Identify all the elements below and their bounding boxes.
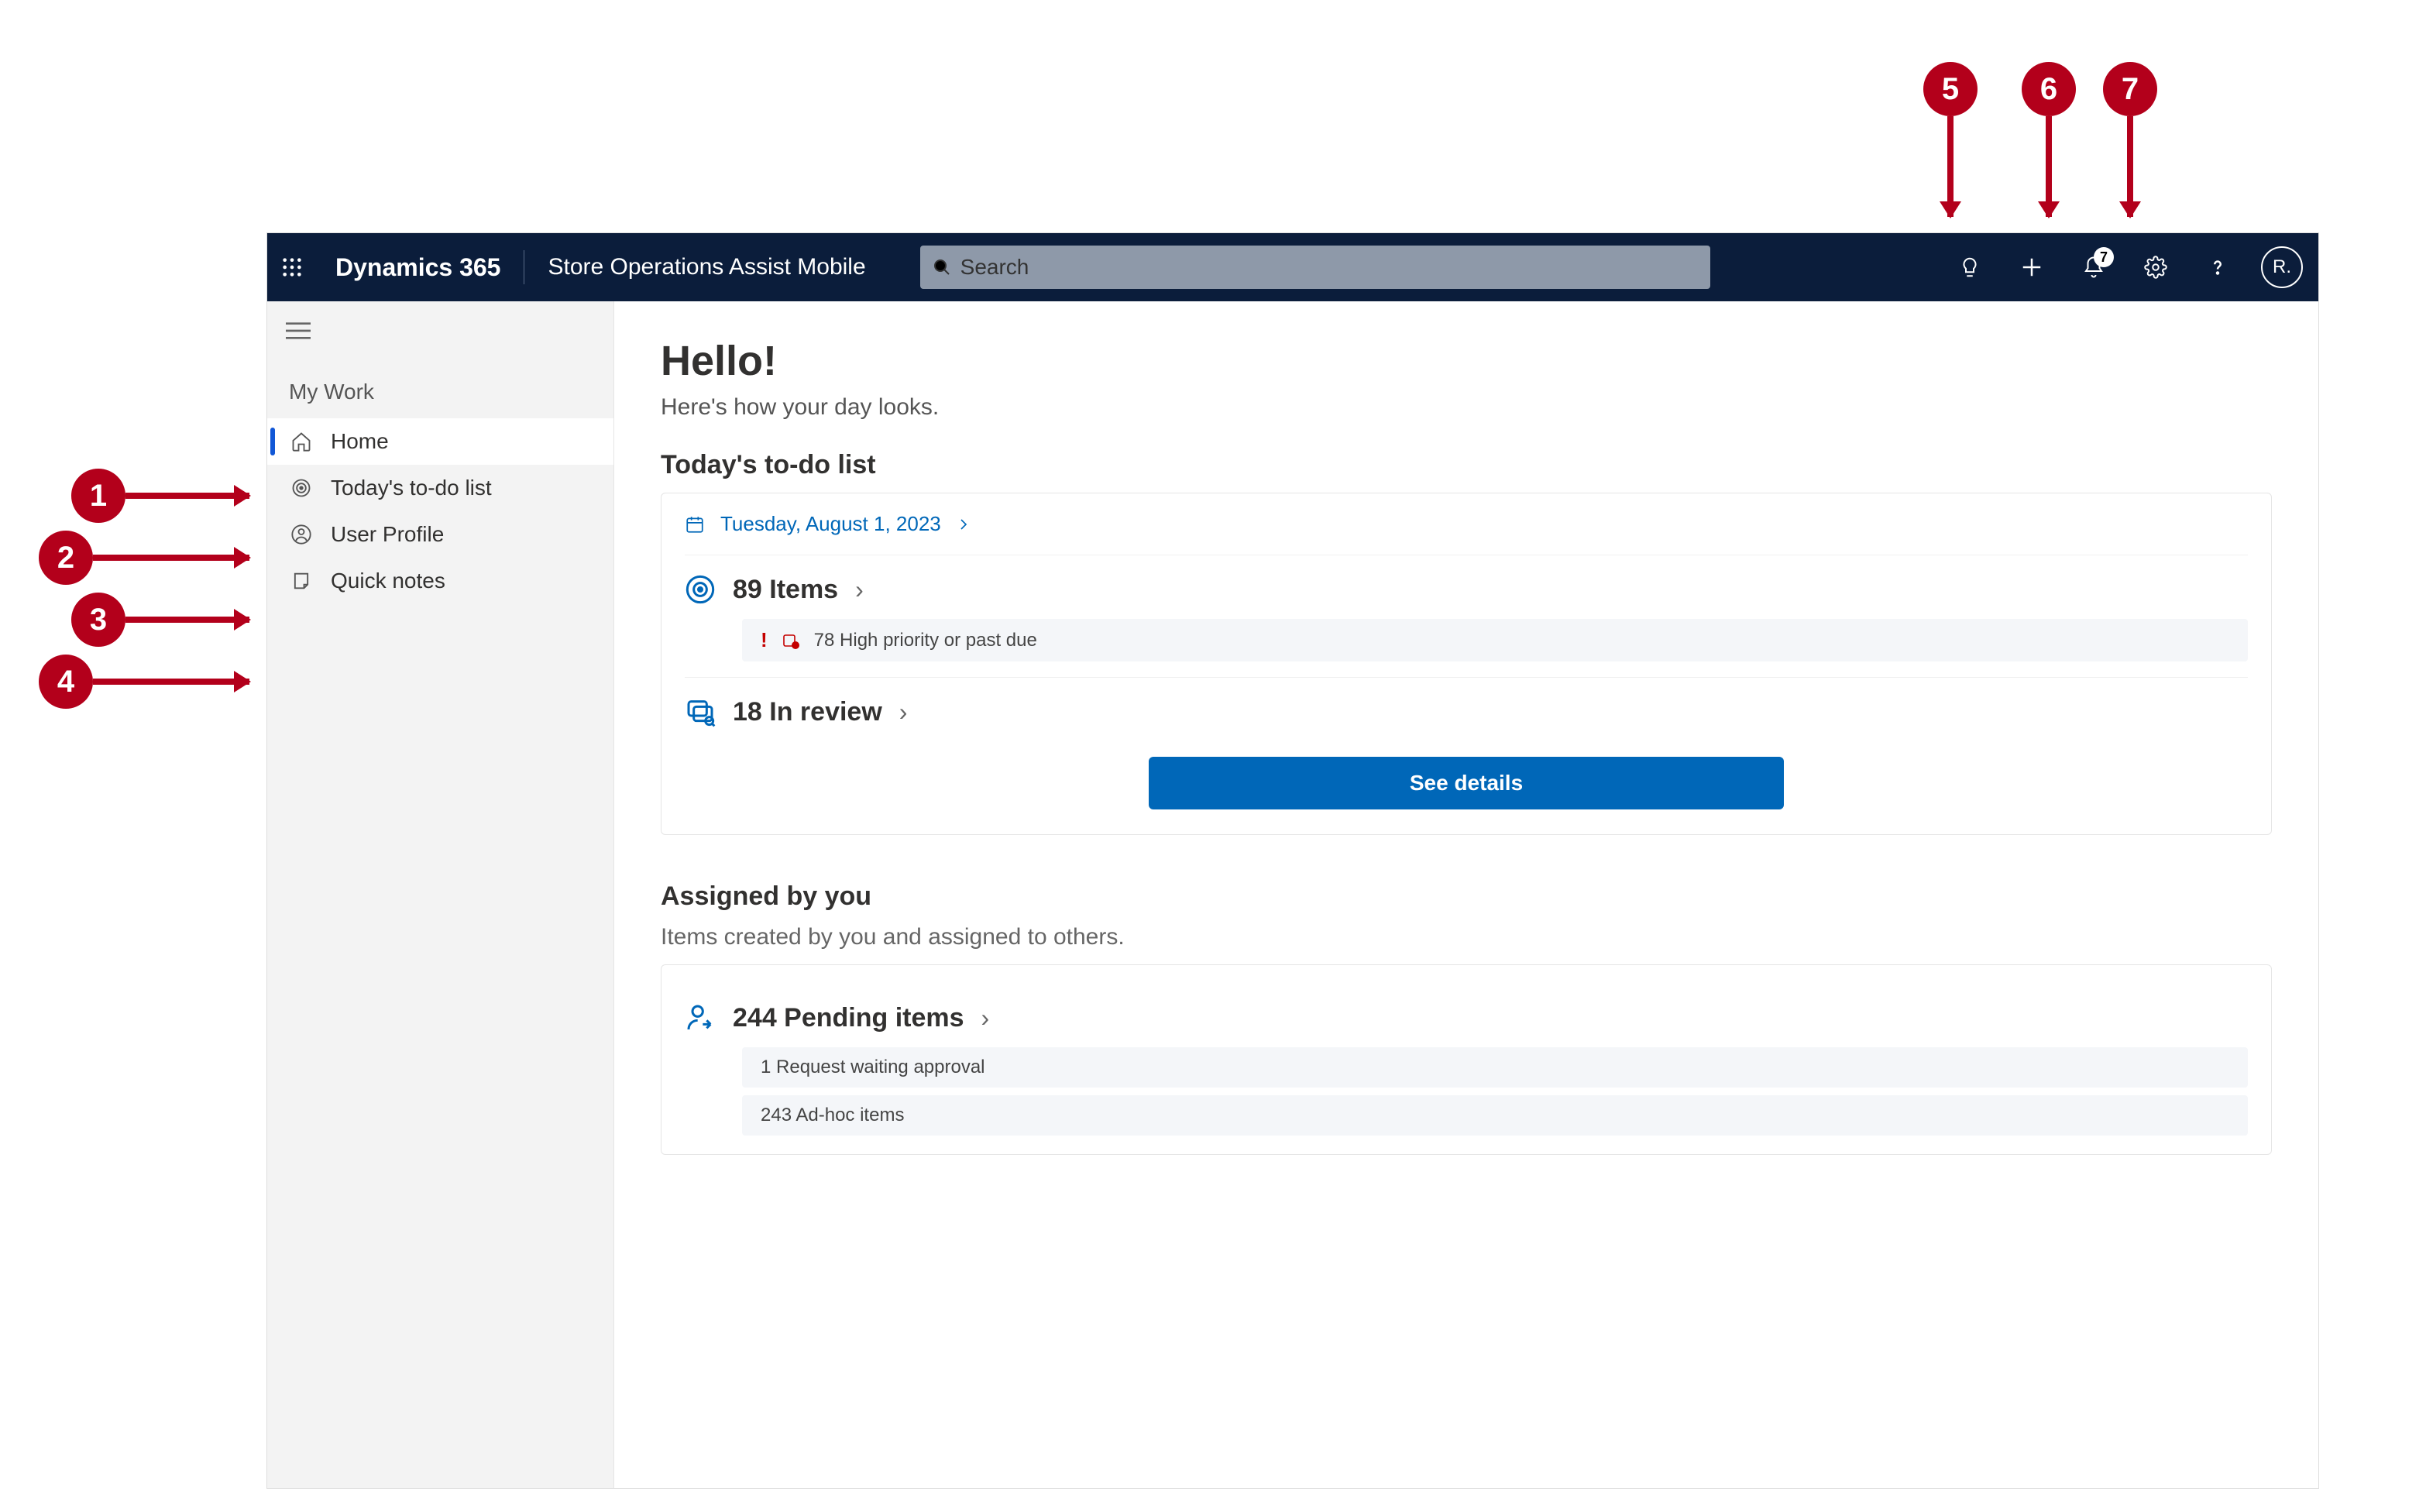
alert-icon: !	[761, 628, 768, 652]
user-avatar[interactable]: R.	[2261, 246, 2303, 288]
sidebar: My Work Home Today's to-do list User Pro…	[267, 301, 614, 1488]
page-greeting: Hello!	[661, 337, 2272, 385]
search-placeholder: Search	[960, 255, 1029, 280]
assigned-pending-label: 244 Pending items	[733, 1003, 964, 1033]
assigned-sub2: 243 Ad-hoc items	[742, 1095, 2248, 1136]
todo-section-title: Today's to-do list	[661, 450, 2272, 480]
app-frame: Dynamics 365 Store Operations Assist Mob…	[266, 232, 2319, 1489]
annotation-bubble-6: 6	[2022, 62, 2076, 116]
search-input[interactable]: Search	[920, 246, 1710, 289]
todo-date-label: Tuesday, August 1, 2023	[720, 512, 941, 536]
sidebar-group-label: My Work	[267, 367, 613, 418]
sidebar-item-label: Today's to-do list	[331, 476, 492, 500]
sidebar-item-label: Quick notes	[331, 569, 445, 593]
sidebar-item-userprofile[interactable]: User Profile	[267, 511, 613, 558]
chevron-right-icon: ›	[855, 576, 864, 604]
main-content: Hello! Here's how your day looks. Today'…	[614, 301, 2318, 1488]
sidebar-item-todo[interactable]: Today's to-do list	[267, 465, 613, 511]
calendar-alert-icon	[782, 631, 800, 650]
sidebar-item-quicknotes[interactable]: Quick notes	[267, 558, 613, 604]
todo-inreview-row[interactable]: 18 In review ›	[685, 678, 2248, 734]
todo-items-count: 89 Items	[733, 575, 838, 605]
annotation-bubble-5: 5	[1923, 62, 1978, 116]
page-subgreeting: Here's how your day looks.	[661, 394, 2272, 421]
app-launcher-icon[interactable]	[277, 256, 308, 278]
sidebar-item-label: User Profile	[331, 522, 444, 547]
annotation-bubble-2: 2	[39, 531, 93, 585]
todo-date-picker[interactable]: Tuesday, August 1, 2023	[685, 512, 2248, 555]
target-icon	[289, 477, 314, 499]
assigned-pending-row[interactable]: 244 Pending items ›	[685, 984, 2248, 1040]
settings-gear-icon[interactable]	[2137, 249, 2174, 286]
note-icon	[289, 570, 314, 592]
todo-highpriority-strip: ! 78 High priority or past due	[742, 619, 2248, 662]
sidebar-collapse-icon[interactable]	[267, 317, 613, 367]
brand-name: Dynamics 365	[335, 253, 500, 282]
help-icon[interactable]	[2199, 249, 2236, 286]
topbar: Dynamics 365 Store Operations Assist Mob…	[267, 233, 2318, 301]
add-icon[interactable]	[2013, 249, 2050, 286]
annotation-bubble-1: 1	[71, 469, 125, 523]
see-details-button[interactable]: See details	[1149, 757, 1784, 809]
assigned-card: 244 Pending items › 1 Request waiting ap…	[661, 964, 2272, 1155]
todo-card: Tuesday, August 1, 2023 89 Items › ! 78 …	[661, 493, 2272, 835]
sidebar-item-label: Home	[331, 429, 389, 454]
annotation-bubble-4: 4	[39, 655, 93, 709]
todo-highpriority-label: 78 High priority or past due	[814, 630, 1037, 651]
notification-bell-icon[interactable]: 7	[2075, 249, 2112, 286]
assigned-section-title: Assigned by you	[661, 881, 2272, 912]
assigned-sub1: 1 Request waiting approval	[742, 1047, 2248, 1088]
assigned-section-subtitle: Items created by you and assigned to oth…	[661, 924, 2272, 950]
sidebar-item-home[interactable]: Home	[267, 418, 613, 465]
todo-inreview-label: 18 In review	[733, 697, 882, 727]
annotation-bubble-3: 3	[71, 593, 125, 647]
user-icon	[289, 524, 314, 545]
chevron-right-icon: ›	[899, 698, 908, 727]
chevron-right-icon: ›	[981, 1004, 990, 1033]
home-icon	[289, 431, 314, 452]
todo-items-row[interactable]: 89 Items ›	[685, 555, 2248, 611]
annotation-bubble-7: 7	[2103, 62, 2157, 116]
lightbulb-icon[interactable]	[1951, 249, 1988, 286]
app-name: Store Operations Assist Mobile	[548, 254, 865, 280]
notification-count-badge: 7	[2094, 247, 2114, 267]
